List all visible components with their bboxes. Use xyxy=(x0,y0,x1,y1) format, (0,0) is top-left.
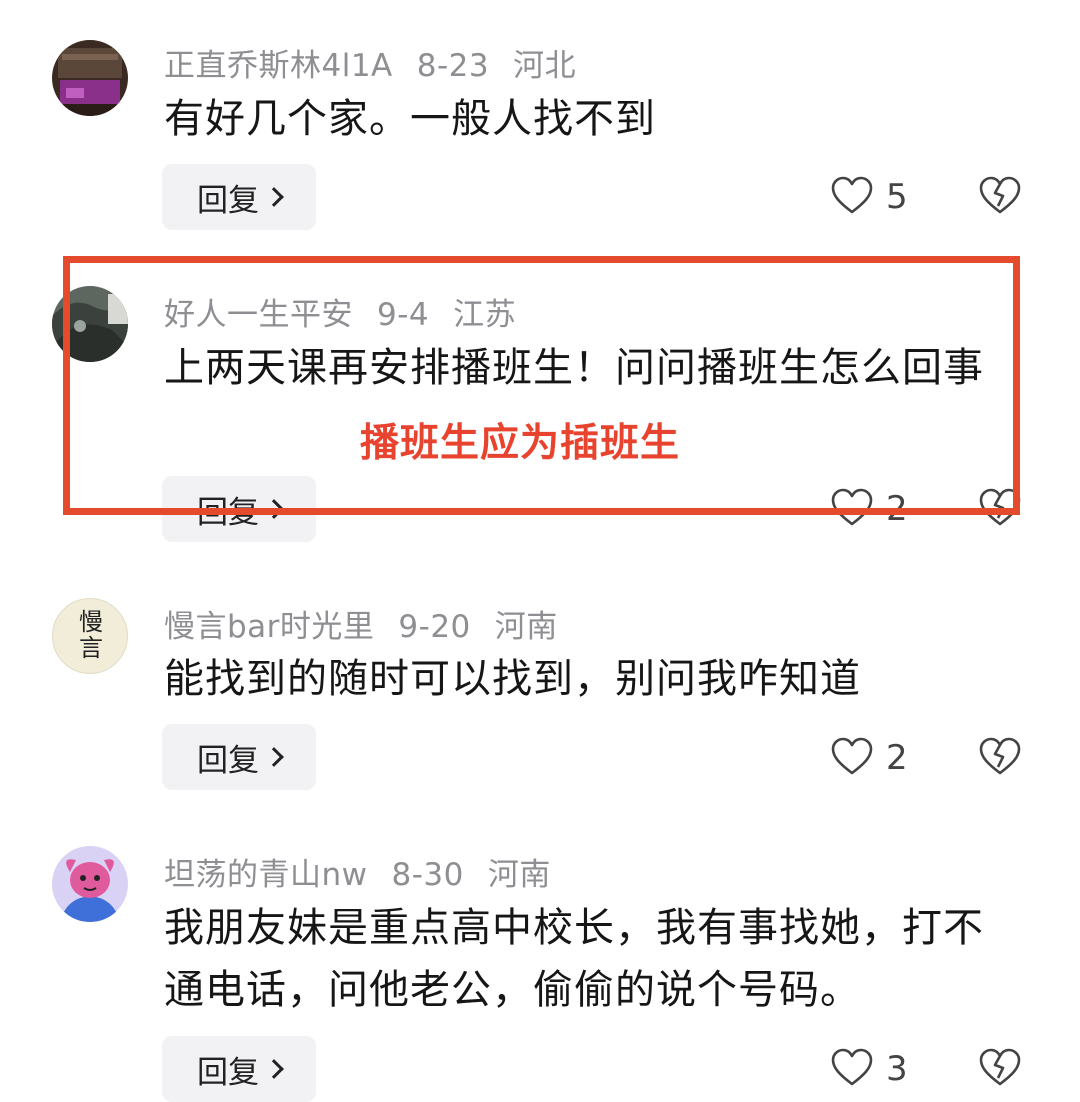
reply-label: 回复 xyxy=(197,742,259,779)
username[interactable]: 好人一生平安 xyxy=(164,297,353,333)
comment-date: 9-20 xyxy=(398,609,471,645)
comment-text: 我朋友妹是重点高中校长，我有事找她，打不通电话，问他老公，偷偷的说个号码。 xyxy=(164,905,984,1013)
heart-outline-icon[interactable] xyxy=(830,1048,874,1088)
chevron-right-icon xyxy=(264,747,284,767)
comment-location: 河南 xyxy=(487,857,551,893)
like-count: 3 xyxy=(886,1049,908,1089)
comment-date: 9-4 xyxy=(377,297,430,333)
broken-heart-icon[interactable] xyxy=(978,1048,1022,1088)
username[interactable]: 慢言bar时光里 xyxy=(164,609,374,645)
avatar[interactable] xyxy=(52,846,128,922)
avatar[interactable]: 慢言 xyxy=(52,598,128,674)
clip-mask xyxy=(63,515,1020,542)
comment-location: 河南 xyxy=(494,609,558,645)
username[interactable]: 坦荡的青山nw xyxy=(164,857,368,893)
comment-meta: 慢言bar时光里 9-20 河南 xyxy=(164,601,582,646)
correction-annotation: 播班生应为插班生 xyxy=(360,421,681,466)
comment-text: 能找到的随时可以找到，别问我咋知道 xyxy=(164,656,861,702)
broken-heart-icon[interactable] xyxy=(978,737,1022,777)
reply-button[interactable]: 回复 xyxy=(162,724,316,790)
reply-button[interactable]: 回复 xyxy=(162,1036,316,1102)
comment-item: 坦荡的青山nw 8-30 河南 我朋友妹是重点高中校长，我有事找她，打不通电话，问他… xyxy=(0,0,1080,1102)
comment-meta: 坦荡的青山nw 8-30 河南 xyxy=(164,849,575,894)
heart-outline-icon[interactable] xyxy=(830,737,874,777)
comment-location: 江苏 xyxy=(453,297,517,333)
comment-date: 8-30 xyxy=(391,857,464,893)
like-count: 2 xyxy=(886,738,908,778)
chevron-right-icon xyxy=(264,1059,284,1079)
reply-label: 回复 xyxy=(197,1054,259,1091)
comment-text: 上两天课再安排播班生！问问播班生怎么回事 xyxy=(164,345,984,391)
avatar-text: 慢言 xyxy=(79,608,103,662)
